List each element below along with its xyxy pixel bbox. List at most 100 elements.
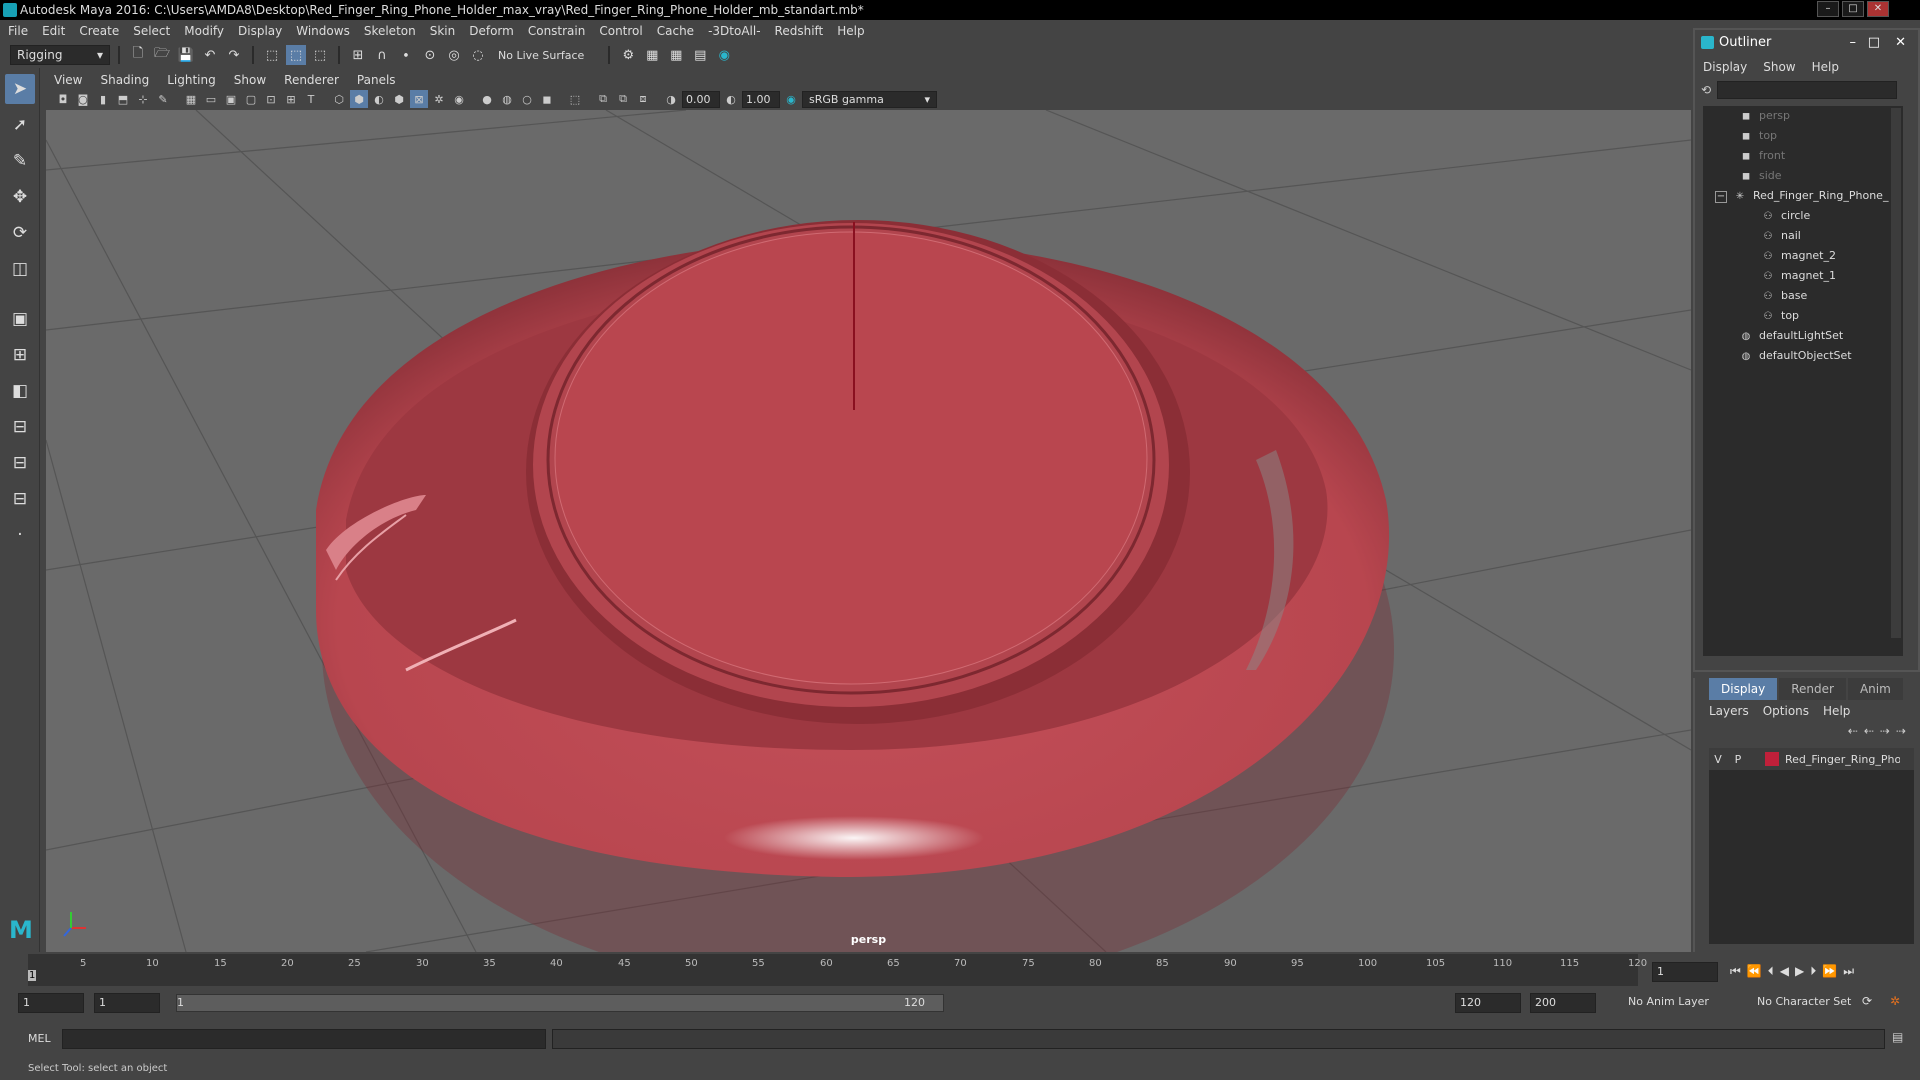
tree-item-default-light-set[interactable]: ◍ defaultLightSet [1739,326,1844,346]
layer-color-swatch[interactable] [1765,752,1779,766]
menu-create[interactable]: Create [79,24,119,38]
current-time-marker[interactable]: 1 [28,970,37,981]
close-icon[interactable]: ✕ [1895,30,1906,56]
filter-icon[interactable]: ⟲ [1701,83,1711,97]
layer-row[interactable]: V P Red_Finger_Ring_Phon [1709,748,1914,770]
film-gate-icon[interactable]: ▭ [202,90,220,108]
new-scene-icon[interactable]: 🗋 [128,45,148,65]
grid-icon[interactable]: ▦ [182,90,200,108]
anim-prefs-icon[interactable]: ⟳ [1862,994,1872,1008]
panel-menu-view[interactable]: View [54,73,82,87]
menu-select[interactable]: Select [133,24,170,38]
menu-skeleton[interactable]: Skeleton [364,24,416,38]
tree-item-magnet-1[interactable]: ⚇ magnet_1 [1761,266,1836,286]
safe-title-icon[interactable]: T [302,90,320,108]
snap-grid-icon[interactable]: ⊞ [348,45,368,65]
ipr-render-icon[interactable]: ▦ [666,45,686,65]
safe-action-icon[interactable]: ⊞ [282,90,300,108]
panel-menu-show[interactable]: Show [234,73,266,87]
menu-modify[interactable]: Modify [184,24,224,38]
playback-toggle[interactable]: P [1727,753,1749,766]
isolate-select-icon[interactable]: ⬚ [566,90,584,108]
outliner-menu-show[interactable]: Show [1763,60,1795,74]
end-time-field[interactable]: 200 [1530,993,1596,1013]
grease-pencil-icon[interactable]: ✎ [154,90,172,108]
default-material-icon[interactable]: ◐ [370,90,388,108]
snap-view-icon[interactable]: ⊙ [420,45,440,65]
bookmark-icon[interactable]: ▮ [94,90,112,108]
snap-curve-icon[interactable]: ∩ [372,45,392,65]
tree-item-persp[interactable]: ◼ persp [1739,106,1790,126]
four-view-layout-icon[interactable]: ⊞ [5,340,35,370]
2d-pan-zoom-icon[interactable]: ⊹ [134,90,152,108]
layer-menu-help[interactable]: Help [1823,704,1850,718]
menu-edit[interactable]: Edit [42,24,65,38]
playback-start-field[interactable]: 1 [94,993,160,1013]
menu-skin[interactable]: Skin [430,24,456,38]
start-time-field[interactable]: 1 [18,993,84,1013]
menu-redshift[interactable]: Redshift [775,24,824,38]
scale-tool-icon[interactable]: ◫ [5,254,35,284]
tree-item-top-camera[interactable]: ◼ top [1739,126,1777,146]
range-slider[interactable]: 1 120 [176,994,944,1012]
panel-menu-panels[interactable]: Panels [357,73,396,87]
exposure-icon[interactable]: ◑ [662,90,680,108]
go-to-end-icon[interactable]: ⏭ [1843,964,1860,978]
step-forward-frame-icon[interactable]: ⏵ [1810,964,1822,978]
time-slider[interactable]: 5 10 15 20 25 30 35 40 45 50 55 60 65 70… [0,952,1920,990]
menu-file[interactable]: File [8,24,28,38]
snap-point-icon[interactable]: ∙ [396,45,416,65]
step-forward-key-icon[interactable]: ⏩ [1822,964,1843,978]
step-back-frame-icon[interactable]: ⏴ [1768,964,1780,978]
menu-control[interactable]: Control [599,24,642,38]
restore-button[interactable]: □ [1842,1,1864,17]
redshift-icon[interactable]: ◉ [714,45,734,65]
perspective-viewport[interactable]: persp [46,110,1691,952]
color-management-icon[interactable]: ◉ [782,90,800,108]
gate-mask-icon[interactable]: ▢ [242,90,260,108]
lasso-tool-icon[interactable]: ➚ [5,110,35,140]
camera-attributes-icon[interactable]: ◙ [74,90,92,108]
outliner-menu-help[interactable]: Help [1812,60,1839,74]
gamma-icon[interactable]: ◐ [722,90,740,108]
side-by-side-layout-icon[interactable]: ◧ [5,376,35,406]
tree-item-base[interactable]: ⚇ base [1761,286,1808,306]
menu-display[interactable]: Display [238,24,282,38]
play-forward-icon[interactable]: ▶ [1795,964,1810,978]
tree-item-circle[interactable]: ⚇ circle [1761,206,1811,226]
panel-menu-renderer[interactable]: Renderer [284,73,339,87]
play-backward-icon[interactable]: ◀ [1780,964,1795,978]
textured-icon[interactable]: ✲ [430,90,448,108]
render-settings-icon[interactable]: ⚙ [618,45,638,65]
xray-icon[interactable]: ⊠ [410,90,428,108]
select-hierarchy-icon[interactable]: ⬚ [262,45,282,65]
anim-layer-dropdown[interactable]: No Anim Layer [1628,995,1709,1008]
lights-icon[interactable]: ◉ [450,90,468,108]
select-tool-icon[interactable]: ➤ [5,74,35,104]
snap-surface-icon[interactable]: ◎ [444,45,464,65]
menu-help[interactable]: Help [837,24,864,38]
menu-deform[interactable]: Deform [469,24,514,38]
current-frame-field[interactable]: 1 [1652,962,1718,982]
layer-menu-layers[interactable]: Layers [1709,704,1749,718]
xray-active-icon[interactable]: ⧉ [614,90,632,108]
paint-select-icon[interactable]: ✎ [5,146,35,176]
select-object-icon[interactable]: ⬚ [286,45,306,65]
tree-item-top-mesh[interactable]: ⚇ top [1761,306,1800,326]
camera-select-icon[interactable]: ◘ [54,90,72,108]
tree-item-magnet-2[interactable]: ⚇ magnet_2 [1761,246,1836,266]
backface-icon[interactable]: ⧈ [634,90,652,108]
step-back-key-icon[interactable]: ⏪ [1747,964,1768,978]
tree-item-default-object-set[interactable]: ◍ defaultObjectSet [1739,346,1852,366]
wireframe-on-shaded-icon[interactable]: ⬢ [390,90,408,108]
view-transform-dropdown[interactable]: sRGB gamma ▾ [802,90,937,108]
tab-display[interactable]: Display [1709,678,1778,700]
image-plane-icon[interactable]: ⬒ [114,90,132,108]
maximize-icon[interactable]: □ [1868,30,1880,56]
menu-3dtoall[interactable]: -3DtoAll- [708,24,760,38]
character-set-dropdown[interactable]: No Character Set [1757,995,1851,1008]
open-scene-icon[interactable]: 🗁 [152,45,172,65]
rotate-tool-icon[interactable]: ⟳ [5,218,35,248]
auto-key-icon[interactable]: ✲ [1890,994,1900,1008]
menu-set-dropdown[interactable]: Rigging ▾ [10,45,110,65]
